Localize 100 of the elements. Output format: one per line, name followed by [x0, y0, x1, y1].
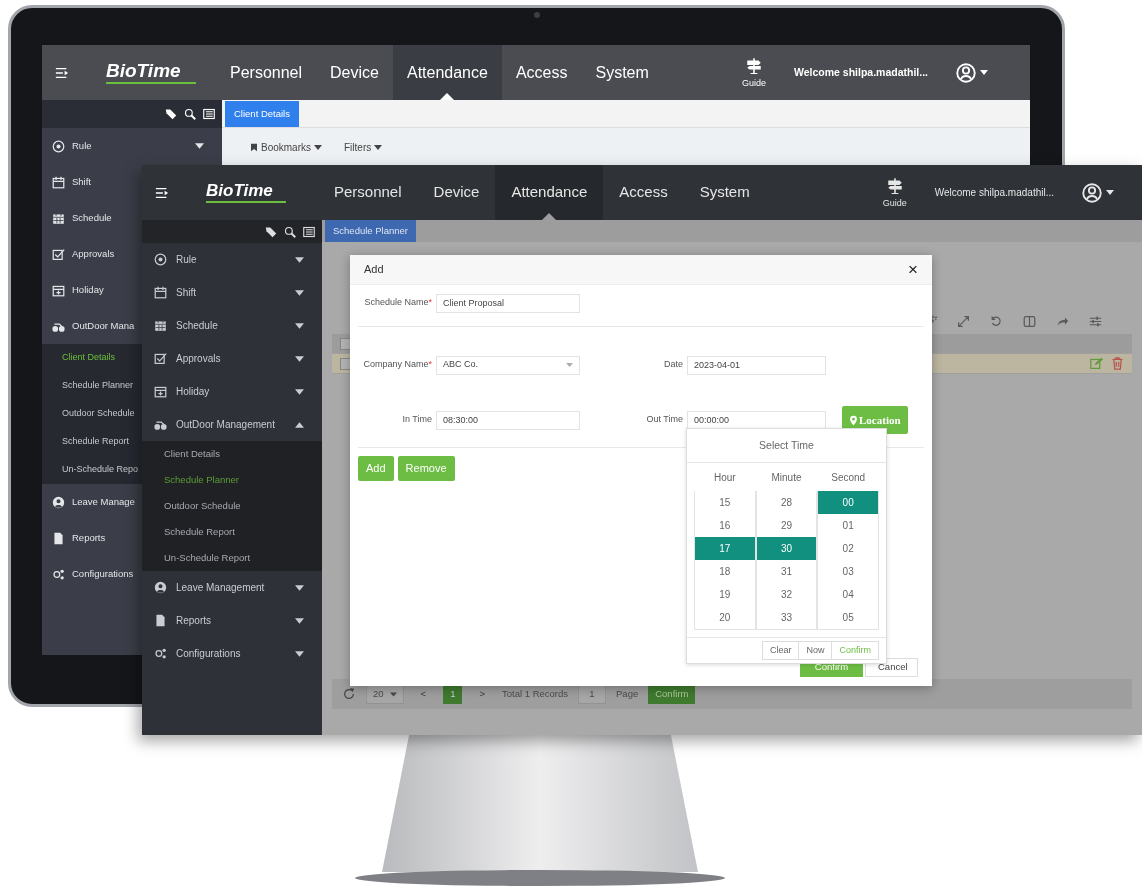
submenu-item[interactable]: Schedule Report — [142, 519, 322, 545]
bookmarks-dropdown[interactable]: Bookmarks — [250, 140, 322, 155]
nav-tab[interactable]: System — [683, 165, 766, 220]
sidebar-item[interactable]: Leave Manage — [42, 484, 142, 520]
sidebar-item[interactable]: Approvals — [42, 236, 142, 272]
submenu-item[interactable]: Client Details — [42, 344, 142, 372]
calendar-icon — [154, 319, 167, 332]
refresh-icon[interactable] — [342, 687, 356, 701]
close-button[interactable]: × — [908, 261, 918, 278]
guide-link[interactable]: Guide — [882, 174, 907, 211]
submenu-item[interactable]: Un-Schedule Report — [142, 545, 322, 571]
input-field[interactable]: 08:30:00 — [436, 410, 580, 430]
sidebar-item[interactable]: Holiday — [42, 272, 142, 308]
time-option[interactable]: 33 — [756, 606, 817, 629]
sidebar-item[interactable]: Rule — [142, 243, 322, 276]
time-option[interactable]: 20 — [695, 606, 755, 629]
nav-tab[interactable]: Attendance — [392, 45, 502, 100]
filters-dropdown[interactable]: Filters — [344, 140, 383, 155]
picker-button[interactable]: Now — [798, 641, 833, 660]
input-field[interactable]: 2023-04-01 — [687, 355, 826, 375]
sidebar-item[interactable]: Shift — [142, 276, 322, 309]
prev-page-link[interactable]: < — [413, 683, 434, 705]
menu-icon[interactable] — [55, 65, 69, 80]
sidebar-item[interactable]: OutDoor Management — [142, 408, 322, 441]
menu-icon[interactable] — [155, 185, 169, 200]
sidebar-item[interactable]: Rule — [42, 128, 222, 164]
submenu-item[interactable]: Schedule Report — [42, 428, 142, 456]
calendar-icon — [154, 286, 167, 299]
submenu-item[interactable]: Outdoor Schedule — [142, 493, 322, 519]
time-option[interactable]: 03 — [818, 560, 878, 583]
search-icon[interactable] — [184, 108, 196, 120]
time-option[interactable]: 28 — [756, 491, 817, 514]
document-icon — [154, 614, 167, 627]
sidebar-item[interactable]: Configurations — [42, 556, 142, 592]
time-option[interactable]: 30 — [756, 537, 817, 560]
nav-tab[interactable]: Device — [316, 45, 393, 100]
time-option[interactable]: 17 — [695, 537, 755, 560]
time-option[interactable]: 04 — [818, 583, 878, 606]
sidebar-item[interactable]: Leave Management — [142, 571, 322, 604]
guide-link[interactable]: Guide — [741, 54, 766, 91]
time-option[interactable]: 02 — [818, 537, 878, 560]
input-field[interactable]: Client Proposal — [436, 293, 580, 313]
next-page-link[interactable]: > — [472, 683, 492, 705]
nav-tab[interactable]: Access — [501, 45, 582, 100]
nav-tab[interactable]: Personnel — [318, 165, 418, 220]
submenu-item[interactable]: Outdoor Schedule — [42, 400, 142, 428]
sidebar-item[interactable]: Schedule — [142, 309, 322, 342]
list-icon[interactable] — [303, 225, 315, 238]
page-tab[interactable]: Client Details — [225, 100, 299, 127]
time-option[interactable]: 05 — [818, 606, 878, 629]
sidebar-item[interactable]: Shift — [42, 164, 142, 200]
user-icon — [52, 495, 65, 509]
tag-icon[interactable] — [265, 225, 277, 238]
nav-tab[interactable]: Personnel — [216, 45, 317, 100]
picker-button[interactable]: Clear — [761, 641, 800, 660]
columns-icon[interactable] — [1023, 314, 1036, 328]
checkbox-icon — [52, 247, 65, 261]
gears-icon — [52, 567, 65, 581]
tag-icon[interactable] — [165, 108, 177, 120]
time-option[interactable]: 01 — [818, 514, 878, 537]
time-option[interactable]: 32 — [756, 583, 817, 606]
nav-tab[interactable]: System — [581, 45, 663, 100]
time-option[interactable]: 16 — [695, 514, 755, 537]
caret-icon — [389, 691, 397, 697]
sidebar-item[interactable]: Approvals — [142, 342, 322, 375]
nav-tab[interactable]: Access — [603, 165, 684, 220]
search-icon[interactable] — [284, 225, 296, 238]
welcome-text: Welcome shilpa.madathil... — [934, 186, 1054, 200]
nav-tab[interactable]: Attendance — [495, 165, 604, 220]
sidebar-item[interactable]: Reports — [42, 520, 142, 556]
sidebar-item[interactable]: Holiday — [142, 375, 322, 408]
field-label: Out Time — [645, 413, 684, 427]
time-option[interactable]: 29 — [756, 514, 817, 537]
submenu-item[interactable]: Client Details — [142, 441, 322, 467]
circle-icon — [154, 253, 167, 266]
time-option[interactable]: 15 — [695, 491, 755, 514]
submenu-item[interactable]: Schedule Planner — [42, 372, 142, 400]
time-option[interactable]: 18 — [695, 560, 755, 583]
document-icon — [52, 531, 65, 545]
undo-icon[interactable] — [990, 314, 1003, 328]
select-field[interactable]: ABC Co. — [436, 355, 580, 375]
time-option[interactable]: 19 — [695, 583, 755, 606]
logo: BioTime — [206, 182, 286, 203]
caret-icon[interactable] — [1106, 190, 1114, 195]
caret-icon — [314, 143, 322, 152]
caret-icon[interactable] — [980, 70, 988, 75]
time-option[interactable]: 00 — [818, 491, 878, 514]
sidebar-item[interactable]: Reports — [142, 604, 322, 637]
submenu-item[interactable]: Schedule Planner — [142, 467, 322, 493]
sidebar-item[interactable]: Configurations — [142, 637, 322, 670]
sidebar-item[interactable]: OutDoor Mana — [42, 308, 142, 344]
time-option[interactable]: 31 — [756, 560, 817, 583]
nav-tab[interactable]: Device — [417, 165, 496, 220]
user-avatar-icon[interactable] — [1082, 182, 1102, 203]
sidebar-item[interactable]: Schedule — [42, 200, 142, 236]
sliders-icon[interactable] — [1089, 314, 1102, 328]
user-icon — [154, 581, 167, 594]
page-tab[interactable]: Schedule Planner — [325, 219, 416, 242]
submenu-item[interactable]: Un-Schedule Repo — [42, 456, 142, 484]
expand-icon[interactable] — [957, 314, 970, 328]
